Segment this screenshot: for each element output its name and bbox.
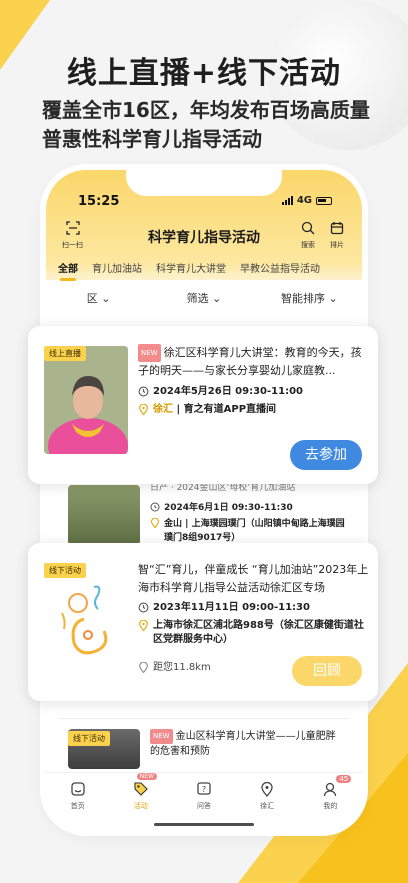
location-detail: 育之有道APP直播间 [183,404,277,415]
new-tag: NEW [138,344,161,362]
chevron-down-icon: ⌄ [212,292,222,305]
clock-icon [150,502,160,512]
filter-label: 筛选 [186,292,209,305]
bottom-nav: 首页 NEW 活动 ? 问答 徐汇 45 我的 [46,772,362,830]
hero-title: 线上直播+线下活动 [66,56,342,91]
nav-district-label: 徐汇 [260,802,275,810]
sort-label: 智能排序 [280,292,325,305]
nav-home-label: 首页 [70,802,85,810]
activity-datetime-text: 2023年11月11日 09:00-11:30 [153,602,310,613]
clock-icon [138,386,149,397]
phone-notch [126,170,282,196]
location-pin-icon [139,404,148,415]
activity-title-text: 金山区科学育儿大讲堂——儿童肥胖的危害和预防 [150,731,336,757]
activity-location-text: 上海市徐汇区浦北路988号（徐汇区康健街道社区党群服务中心） [153,620,364,645]
join-button[interactable]: 去参加 [290,440,362,470]
tab-lecture[interactable]: 科学育儿大讲堂 [156,260,226,275]
signal-icon [281,196,293,205]
activity-card-live[interactable]: 线上直播 NEW 徐汇区科学育儿大讲堂：教育的今天，孩子的明天——与家长分享婴幼儿… [28,326,378,484]
activity-datetime-text: 2024年5月26日 09:30-11:00 [153,386,303,397]
location-detail: 上海璞园璞门（山阳镇中甸路上海璞园璞门8组9017号） [164,519,345,543]
live-badge: 线上直播 [44,346,86,361]
location-pin-icon [150,518,160,528]
district-filter[interactable]: 区 ⌄ [46,290,151,306]
activity-title-text: 徐汇区科学育儿大讲堂：教育的今天，孩子的明天——与家长分享婴幼儿家庭教... [138,346,362,377]
schedule-label: 排片 [330,241,344,249]
home-indicator [154,823,254,826]
portrait-illustration [44,346,128,454]
schedule-button[interactable]: 排片 [330,220,344,250]
activity-datetime: 2023年11月11日 09:00-11:30 [138,601,368,615]
filter-button[interactable]: 筛选 ⌄ [151,290,256,306]
activity-photo [68,485,140,545]
question-icon: ? [197,782,211,795]
nav-mine-label: 我的 [323,802,338,810]
activity-poster [44,565,128,665]
battery-icon [316,196,332,205]
nav-activity-label: 活动 [133,802,148,810]
chevron-down-icon: ⌄ [328,292,338,305]
activity-title: NEW 徐汇区科学育儿大讲堂：教育的今天，孩子的明天——与家长分享婴幼儿家庭教..… [138,344,366,380]
calendar-icon [330,222,344,235]
activity-distance: 距您11.8km [138,661,288,675]
activity-location-text: 徐汇 | 育之有道APP直播间 [153,404,277,415]
activity-card-partial[interactable]: 日产 · 2024金山区‘母校’育儿加油站 2024年6月1日 09:30-11… [58,475,350,545]
offline-badge: 线下活动 [44,563,86,578]
nav-home[interactable]: 首页 [58,781,98,830]
speaker-photo [44,346,128,454]
network-label: 4G [296,195,312,206]
sort-dropdown[interactable]: 智能排序 ⌄ [257,290,362,306]
district-filter-label: 区 [86,292,98,305]
tab-all[interactable]: 全部 [58,260,78,281]
location-pin-icon [261,781,273,797]
activity-location: 徐汇 | 育之有道APP直播间 [138,403,368,417]
status-indicators: 4G [281,195,332,206]
new-badge: NEW [136,773,157,780]
search-icon [301,221,315,235]
clock-icon [138,602,149,613]
phone-frame: 15:25 4G 扫一扫 科学育儿指导活动 搜索 排片 全部 育儿加油站 科学育… [46,170,362,830]
tab-early-education[interactable]: 早教公益指导活动 [240,260,320,275]
location-pin-icon [139,620,148,631]
activity-datetime: 2024年6月1日 09:30-11:30 [150,501,340,515]
search-button[interactable]: 搜索 [301,220,315,250]
activity-location: 金山 | 上海璞园璞门（山阳镇中甸路上海璞园璞门8组9017号） [150,517,345,545]
svg-text:?: ? [202,785,206,794]
activity-datetime: 2024年5月26日 09:30-11:00 [138,385,368,399]
offline-badge: 线下活动 [68,731,110,746]
activity-datetime-text: 2024年6月1日 09:30-11:30 [164,503,293,513]
new-tag: NEW [150,729,173,744]
location-area: 金山 [164,519,183,529]
chevron-down-icon: ⌄ [101,292,111,305]
search-label: 搜索 [301,241,315,249]
home-icon [70,782,85,796]
nav-qa-label: 问答 [196,802,211,810]
category-tabs: 全部 育儿加油站 科学育儿大讲堂 早教公益指导活动 [58,260,320,281]
activity-title: 智“汇”育儿，伴童成长 “育儿加油站”2023年上海市科学育儿指导公益活动徐汇区… [138,563,369,594]
filter-bar: 区 ⌄ 筛选 ⌄ 智能排序 ⌄ [46,290,362,306]
parenting-logo-illustration [44,565,128,665]
hero-subtitle: 覆盖全市16区，年均发布百场高质量普惠性科学育儿指导活动 [42,98,370,151]
nav-mine[interactable]: 45 我的 [310,775,352,830]
review-button[interactable]: 回顾 [292,656,362,686]
activity-location: 上海市徐汇区浦北路988号（徐汇区康健街道社区党群服务中心） [138,619,370,647]
tab-parenting-station[interactable]: 育儿加油站 [92,260,142,275]
activity-card-offline[interactable]: 线下活动 智“汇”育儿，伴童成长 “育儿加油站”2023年上海市科学育儿指导公益… [28,543,378,701]
activity-tag-icon [134,782,148,796]
status-time: 15:25 [78,194,120,209]
location-area: 徐汇 [153,404,173,415]
location-pin-icon [139,662,148,673]
activity-location-text: 金山 | 上海璞园璞门（山阳镇中甸路上海璞园璞门8组9017号） [164,519,345,543]
activity-title: NEW 金山区科学育儿大讲堂——儿童肥胖的危害和预防 [150,729,342,759]
distance-text: 距您11.8km [153,662,211,673]
activity-card-bottom[interactable]: 线下活动 NEW 金山区科学育儿大讲堂——儿童肥胖的危害和预防 [58,718,350,769]
notification-count: 45 [336,775,352,783]
user-icon [324,782,337,797]
